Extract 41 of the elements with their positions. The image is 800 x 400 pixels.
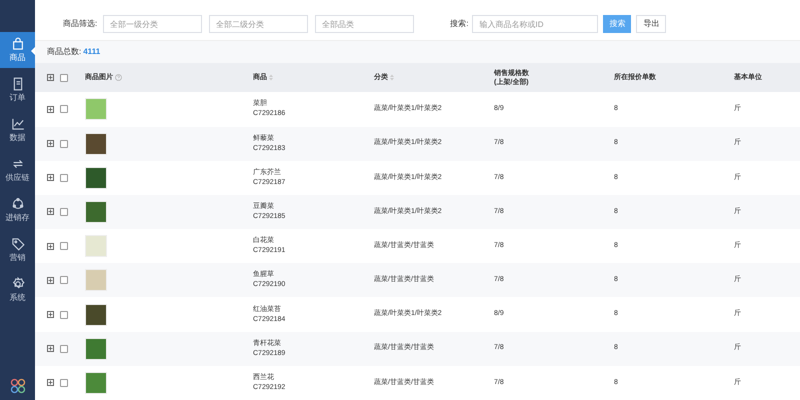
expand-icon[interactable]	[47, 379, 54, 386]
expand-icon[interactable]	[47, 174, 54, 182]
checkbox[interactable]	[60, 140, 68, 148]
cycle-icon	[10, 196, 26, 212]
checkbox[interactable]	[60, 344, 68, 353]
expand-icon[interactable]	[47, 345, 54, 352]
checkbox[interactable]	[60, 174, 68, 182]
summary-label: 商品总数:	[47, 46, 82, 58]
apps-icon[interactable]	[10, 378, 26, 394]
checkbox[interactable]	[60, 105, 68, 114]
expand-icon[interactable]	[47, 106, 54, 113]
search-field[interactable]: 输入商品名称或ID	[472, 15, 598, 34]
sidebar-item[interactable]: 系统	[0, 272, 35, 308]
category-select[interactable]: 全部品类	[315, 15, 414, 34]
checkbox[interactable]	[60, 276, 68, 284]
search-label: 搜索:	[450, 18, 468, 30]
sidebar-item[interactable]: 订单	[0, 72, 35, 108]
expand-icon[interactable]	[47, 208, 54, 216]
checkbox[interactable]	[60, 74, 68, 82]
sidebar-item[interactable]: 数据	[0, 112, 35, 148]
export-button[interactable]: 导出	[636, 15, 666, 34]
sidebar-item[interactable]: 进销存	[0, 192, 35, 228]
expand-icon[interactable]	[47, 242, 54, 250]
expand-icon[interactable]	[47, 311, 54, 318]
category-select[interactable]: 全部二级分类	[209, 15, 308, 34]
chart-icon	[10, 116, 26, 132]
filter-label: 商品筛选:	[63, 18, 98, 30]
sidebar-item[interactable]: 营销	[0, 232, 35, 268]
expand-icon[interactable]	[47, 74, 54, 82]
sidebar-item[interactable]: 供应链	[0, 152, 35, 188]
help-icon[interactable]	[115, 74, 122, 82]
checkbox[interactable]	[60, 310, 68, 319]
tag-icon	[10, 236, 26, 252]
checkbox[interactable]	[60, 242, 68, 250]
checkbox[interactable]	[60, 208, 68, 216]
category-select[interactable]: 全部一级分类	[103, 15, 202, 34]
expand-icon[interactable]	[47, 276, 54, 284]
sidebar-item[interactable]: 商品	[0, 32, 35, 68]
expand-icon[interactable]	[47, 140, 54, 148]
product-count: 4111	[83, 46, 100, 58]
checkbox[interactable]	[60, 378, 68, 387]
